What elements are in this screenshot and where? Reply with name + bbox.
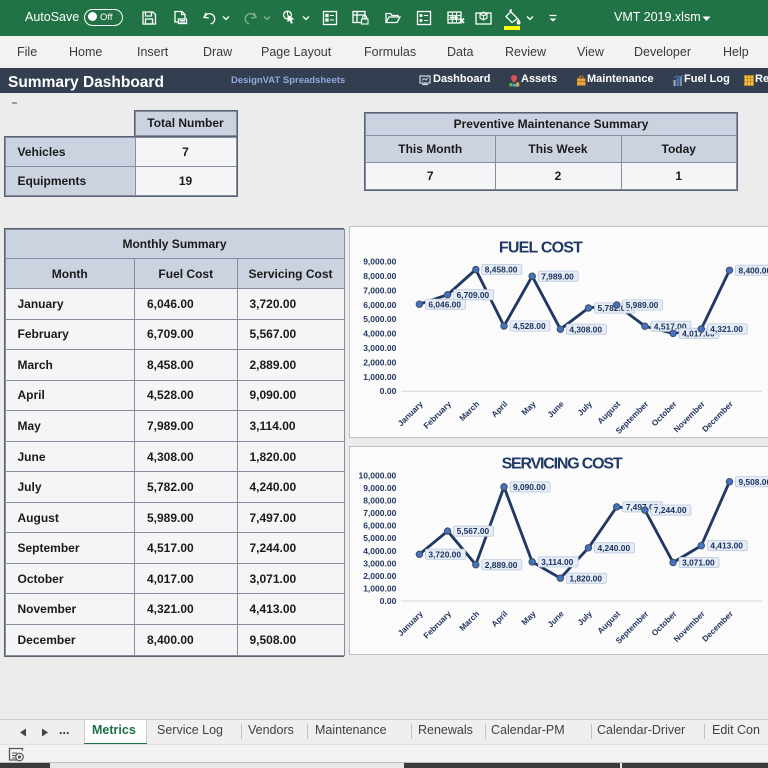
svg-text:4,000.00: 4,000.00 <box>363 329 396 339</box>
svg-text:0.00: 0.00 <box>380 386 397 396</box>
svg-text:3,071.00: 3,071.00 <box>682 558 715 568</box>
svg-text:9,090.00: 9,090.00 <box>513 482 546 492</box>
svg-text:5,000.00: 5,000.00 <box>363 314 396 324</box>
svg-text:7,989.00: 7,989.00 <box>541 271 574 281</box>
svg-text:SERVICING COST: SERVICING COST <box>502 456 623 473</box>
svg-text:7,244.00: 7,244.00 <box>654 505 687 515</box>
svg-text:4,528.00: 4,528.00 <box>513 321 546 331</box>
svg-text:5,567.00: 5,567.00 <box>457 526 490 536</box>
svg-text:3,114.00: 3,114.00 <box>541 557 573 567</box>
svg-text:2,000.00: 2,000.00 <box>363 571 396 581</box>
svg-text:4,321.00: 4,321.00 <box>710 324 743 334</box>
svg-text:2,889.00: 2,889.00 <box>485 560 518 570</box>
svg-text:4,000.00: 4,000.00 <box>363 546 396 556</box>
svg-text:8,000.00: 8,000.00 <box>363 271 396 281</box>
svg-text:6,000.00: 6,000.00 <box>363 521 396 531</box>
svg-text:1,000.00: 1,000.00 <box>363 584 396 594</box>
svg-text:6,046.00: 6,046.00 <box>428 299 461 309</box>
svg-text:7,000.00: 7,000.00 <box>363 286 396 296</box>
svg-text:4,308.00: 4,308.00 <box>569 324 602 334</box>
svg-text:5,000.00: 5,000.00 <box>363 533 396 543</box>
svg-text:5,989.00: 5,989.00 <box>626 300 659 310</box>
svg-text:6,000.00: 6,000.00 <box>363 300 396 310</box>
svg-text:7,000.00: 7,000.00 <box>363 508 396 518</box>
svg-text:FUEL COST: FUEL COST <box>499 240 583 257</box>
svg-text:6,709.00: 6,709.00 <box>457 290 490 300</box>
svg-text:1,820.00: 1,820.00 <box>569 573 602 583</box>
svg-text:2,000.00: 2,000.00 <box>363 357 396 367</box>
svg-text:9,000.00: 9,000.00 <box>363 483 396 493</box>
svg-text:4,413.00: 4,413.00 <box>710 541 743 551</box>
svg-text:9,000.00: 9,000.00 <box>363 257 396 267</box>
svg-text:3,000.00: 3,000.00 <box>363 343 396 353</box>
svg-text:0.00: 0.00 <box>380 596 397 606</box>
svg-text:3,000.00: 3,000.00 <box>363 558 396 568</box>
svg-text:9,508.00: 9,508.00 <box>739 477 768 487</box>
svg-text:3,720.00: 3,720.00 <box>428 549 461 559</box>
svg-text:10,000.00: 10,000.00 <box>358 471 396 481</box>
svg-text:1,000.00: 1,000.00 <box>363 372 396 382</box>
svg-text:8,400.00: 8,400.00 <box>739 265 768 275</box>
svg-text:8,000.00: 8,000.00 <box>363 496 396 506</box>
svg-text:4,240.00: 4,240.00 <box>598 543 631 553</box>
svg-text:8,458.00: 8,458.00 <box>485 265 518 275</box>
